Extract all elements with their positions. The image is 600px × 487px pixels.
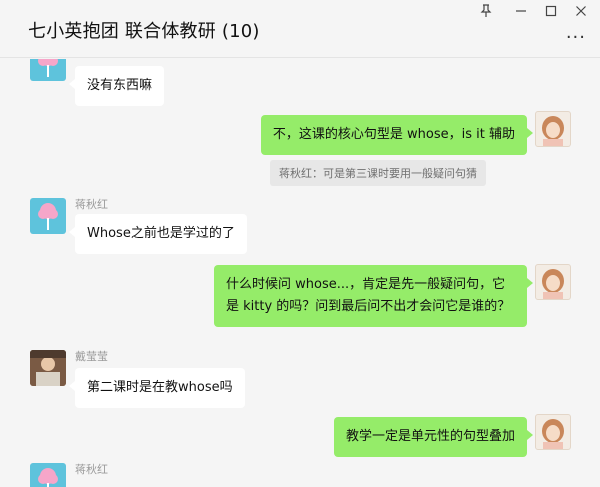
quoted-message[interactable]: 蒋秋红：可是第三课时要用一般疑问句猜 xyxy=(270,160,486,186)
minimize-icon[interactable] xyxy=(510,2,532,20)
message-bubble[interactable]: 什么时候问 whose...，肯定是先一般疑问句，它是 kitty 的吗？问到最… xyxy=(214,265,533,327)
message-bubble[interactable]: 教学一定是单元性的句型叠加 xyxy=(333,417,534,457)
sender-name: 蒋秋红 xyxy=(75,463,108,476)
close-icon[interactable] xyxy=(570,2,592,20)
message-bubble[interactable]: Whose之前也是学过的了 xyxy=(69,214,247,254)
girl-avatar[interactable] xyxy=(535,414,571,450)
girl-avatar[interactable] xyxy=(535,264,571,300)
cotton-candy-avatar[interactable] xyxy=(30,463,66,487)
cotton-candy-avatar[interactable] xyxy=(30,59,66,81)
message-list[interactable]: 没有东西嘛 不，这课的核心句型是 whose，is it 辅助 蒋秋红：可是第三… xyxy=(0,59,600,487)
message-bubble[interactable]: 第二课时是在教whose吗 xyxy=(69,368,245,408)
message-bubble[interactable]: 没有东西嘛 xyxy=(68,66,165,106)
photo-avatar[interactable] xyxy=(30,350,66,386)
chat-title: 七小英抱团 联合体教研 (10) xyxy=(28,21,260,42)
cotton-candy-avatar[interactable] xyxy=(30,198,66,234)
more-options-icon[interactable]: ··· xyxy=(566,29,586,47)
message-bubble[interactable]: 不，这课的核心句型是 whose，is it 辅助 xyxy=(260,115,534,155)
title-bar: 七小英抱团 联合体教研 (10) ··· xyxy=(0,0,600,58)
sender-name: 戴莹莹 xyxy=(75,350,108,363)
girl-avatar[interactable] xyxy=(535,111,571,147)
sender-name: 蒋秋红 xyxy=(75,198,108,211)
pin-icon[interactable] xyxy=(475,2,497,20)
maximize-icon[interactable] xyxy=(540,2,562,20)
